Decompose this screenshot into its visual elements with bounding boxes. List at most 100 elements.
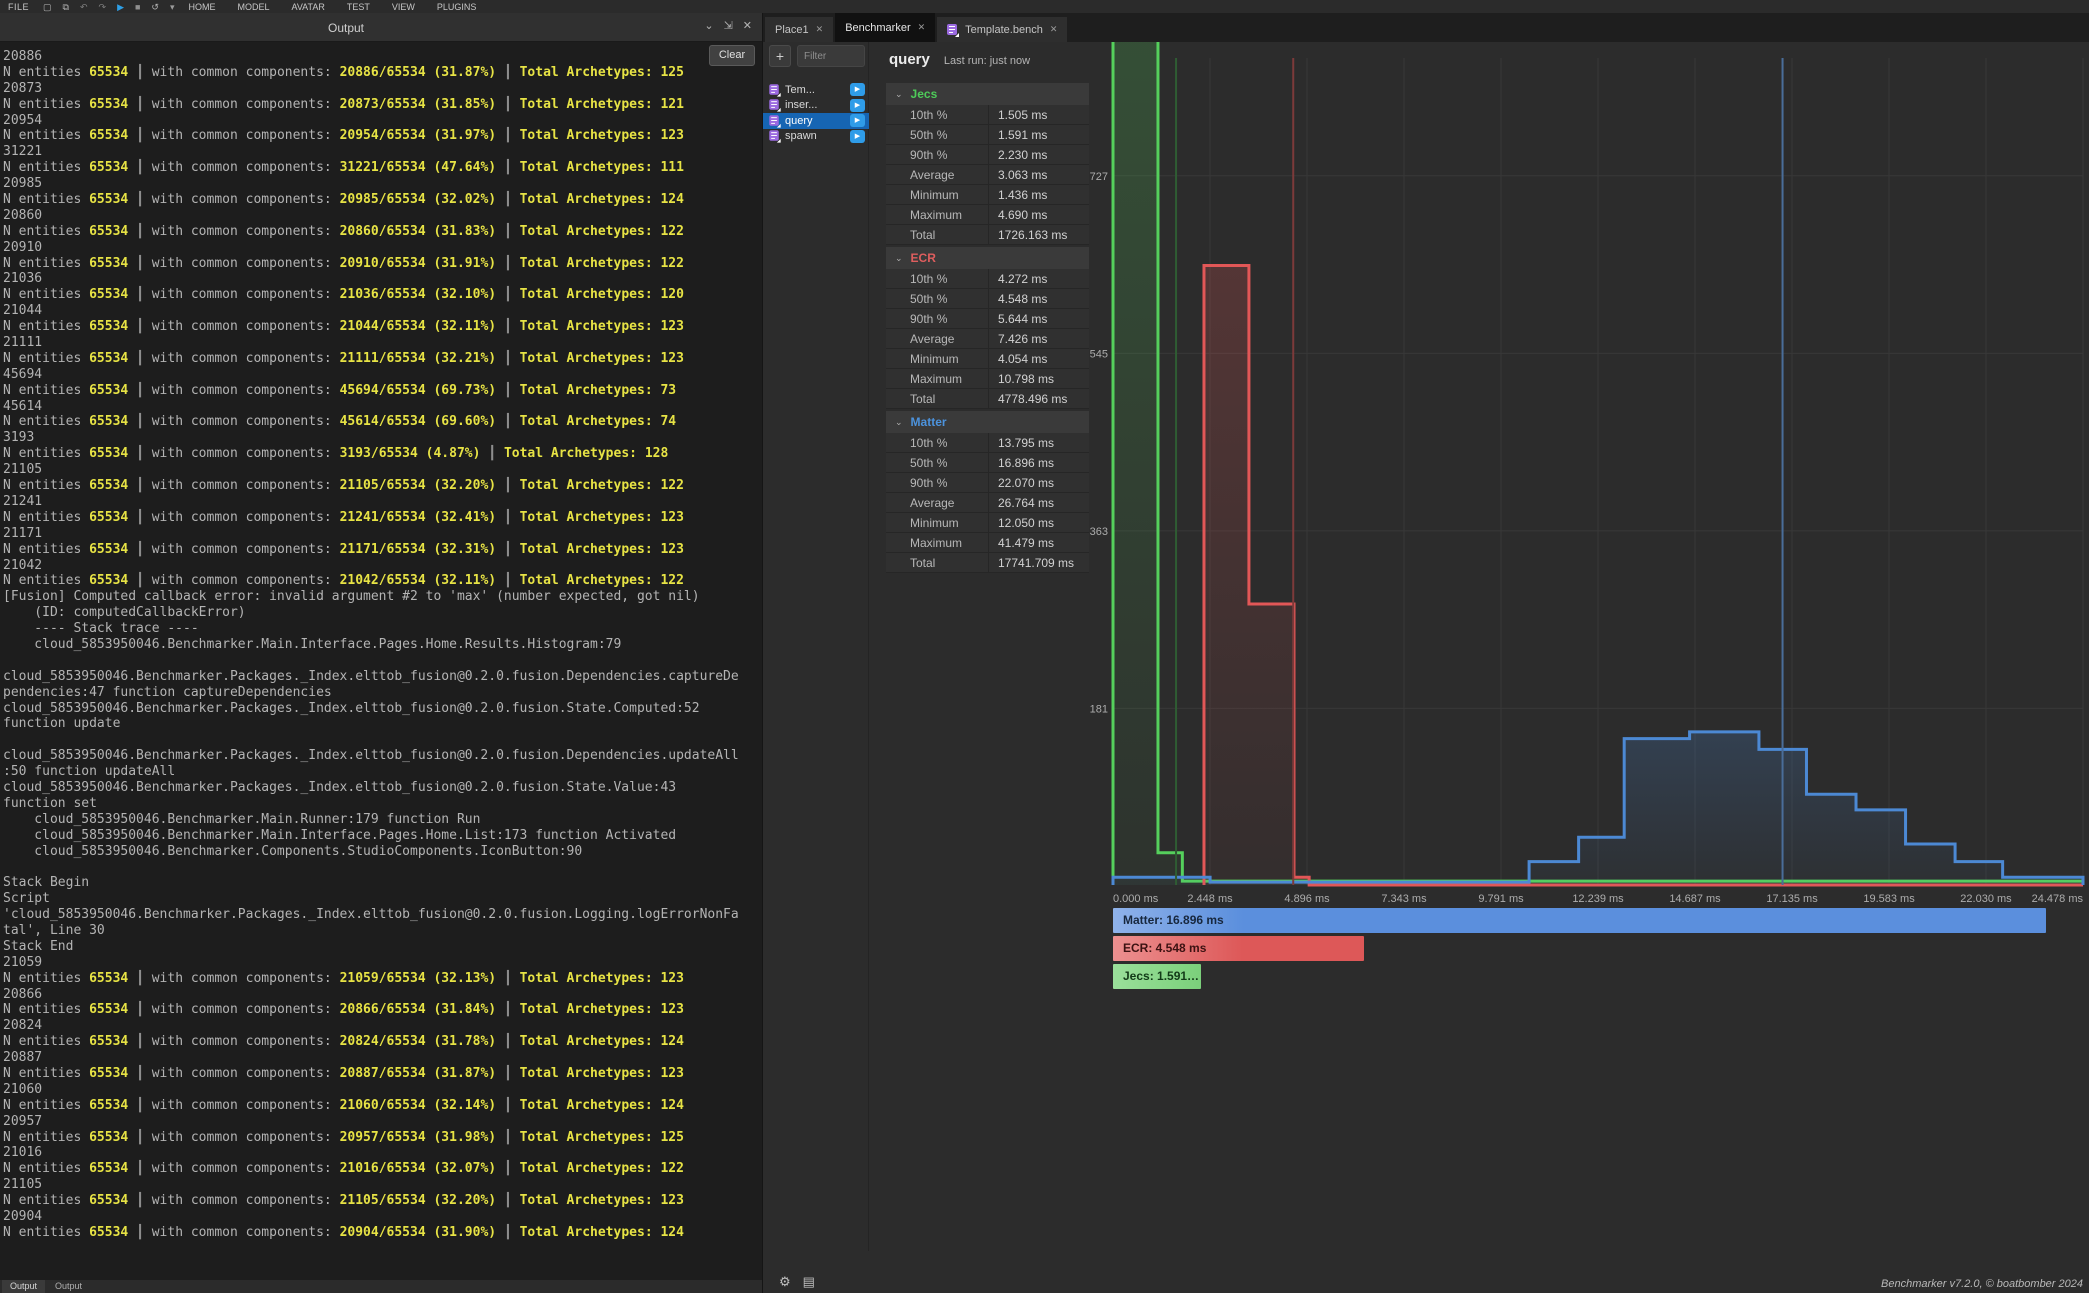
- log-line: N entities 65534 ┃ with common component…: [3, 1066, 739, 1082]
- log-line: N entities 65534 ┃ with common component…: [3, 446, 739, 462]
- output-log-wrap: 20886N entities 65534 ┃ with common comp…: [0, 42, 762, 1280]
- log-line: Stack End: [3, 939, 739, 955]
- log-line: N entities 65534 ┃ with common component…: [3, 1161, 739, 1177]
- ribbon-menu: HOME MODEL AVATAR TEST VIEW PLUGINS: [189, 2, 477, 12]
- stop-icon[interactable]: ■: [135, 2, 140, 12]
- menu-avatar[interactable]: AVATAR: [292, 2, 325, 12]
- play-icon[interactable]: ▶: [117, 2, 124, 12]
- log-line: tal', Line 30: [3, 923, 739, 939]
- output-titlebar: Output ⌄ ⇲ ✕: [0, 13, 762, 42]
- tab-close-icon[interactable]: ✕: [816, 24, 824, 35]
- x-axis-tick-label: 12.239 ms: [1572, 893, 1624, 905]
- legend-bar-ecr: ECR: 4.548 ms: [1113, 936, 1364, 961]
- script-icon: [947, 24, 958, 36]
- float-window-icon[interactable]: ⇲: [724, 19, 733, 32]
- x-axis-tick-label: 14.687 ms: [1669, 893, 1721, 905]
- x-axis-tick-label: 0.000 ms: [1113, 893, 1159, 905]
- log-line: 21044: [3, 303, 739, 319]
- tab-place1[interactable]: Place1 ✕: [765, 17, 833, 42]
- log-line: :50 function updateAll: [3, 764, 739, 780]
- menu-bar: FILE ▢ ⧉ ↶ ↷ ▶ ■ ↺ ▾ HOME MODEL AVATAR TEST VIEW PLU…: [0, 0, 2089, 13]
- output-title: Output: [0, 21, 692, 35]
- log-line: cloud_5853950046.Benchmarker.Packages._I…: [3, 748, 739, 764]
- log-line: 20866: [3, 987, 739, 1003]
- log-line: N entities 65534 ┃ with common component…: [3, 1098, 739, 1114]
- log-line: 45614: [3, 399, 739, 415]
- menu-model[interactable]: MODEL: [238, 2, 270, 12]
- x-axis-tick-label: 9.791 ms: [1478, 893, 1524, 905]
- log-line: N entities 65534 ┃ with common component…: [3, 65, 739, 81]
- tab-close-icon[interactable]: ✕: [1050, 24, 1058, 35]
- output-bottom-tab[interactable]: Output: [2, 1280, 45, 1293]
- log-line: N entities 65534 ┃ with common component…: [3, 414, 739, 430]
- tab-template-bench[interactable]: Template.bench ✕: [937, 17, 1067, 42]
- log-line: 20910: [3, 240, 739, 256]
- tab-close-icon[interactable]: ✕: [918, 22, 926, 33]
- log-line: N entities 65534 ┃ with common component…: [3, 971, 739, 987]
- log-line: N entities 65534 ┃ with common component…: [3, 192, 739, 208]
- log-line: cloud_5853950046.Benchmarker.Packages._I…: [3, 701, 739, 717]
- log-line: N entities 65534 ┃ with common component…: [3, 1225, 739, 1241]
- log-line: N entities 65534 ┃ with common component…: [3, 1002, 739, 1018]
- file-menu[interactable]: FILE: [8, 2, 29, 12]
- quick-toolbar: ▢ ⧉ ↶ ↷ ▶ ■ ↺ ▾: [43, 2, 174, 12]
- log-line: 21105: [3, 462, 739, 478]
- x-axis-tick-label: 7.343 ms: [1381, 893, 1427, 905]
- log-line: N entities 65534 ┃ with common component…: [3, 542, 739, 558]
- clear-button[interactable]: Clear: [709, 45, 755, 66]
- tab-label: Place1: [775, 24, 809, 36]
- dropdown-icon[interactable]: ▾: [170, 2, 175, 12]
- close-icon[interactable]: ✕: [743, 19, 752, 32]
- log-line: 20887: [3, 1050, 739, 1066]
- reset-icon[interactable]: ↺: [151, 2, 159, 12]
- log-line: N entities 65534 ┃ with common component…: [3, 1034, 739, 1050]
- output-log: 20886N entities 65534 ┃ with common comp…: [3, 49, 739, 1241]
- log-line: N entities 65534 ┃ with common component…: [3, 1193, 739, 1209]
- log-line: 21016: [3, 1145, 739, 1161]
- log-line: 20904: [3, 1209, 739, 1225]
- menu-test[interactable]: TEST: [347, 2, 370, 12]
- log-line: N entities 65534 ┃ with common component…: [3, 287, 739, 303]
- log-line: 21060: [3, 1082, 739, 1098]
- log-line: Script: [3, 891, 739, 907]
- log-line: N entities 65534 ┃ with common component…: [3, 478, 739, 494]
- menu-home[interactable]: HOME: [189, 2, 216, 12]
- menu-view[interactable]: VIEW: [392, 2, 415, 12]
- log-line: cloud_5853950046.Benchmarker.Main.Runner…: [3, 812, 739, 828]
- output-bottom-tab[interactable]: Output: [47, 1280, 90, 1293]
- credit-label: Benchmarker v7.2.0, © boatbomber 2024: [1881, 1278, 2083, 1290]
- x-axis-tick-label: 24.478 ms: [2032, 893, 2084, 905]
- log-line: N entities 65534 ┃ with common component…: [3, 510, 739, 526]
- log-line: cloud_5853950046.Benchmarker.Main.Interf…: [3, 828, 739, 844]
- log-line: function update: [3, 716, 739, 732]
- output-bottom-tabbar: OutputOutput: [0, 1280, 762, 1293]
- log-line: 21171: [3, 526, 739, 542]
- new-file-icon[interactable]: ▢: [43, 2, 52, 12]
- studio-window: { "menubar": { "file_label": "FILE", "ic…: [0, 0, 2089, 1293]
- y-axis-tick-label: 727: [1090, 171, 1108, 183]
- y-axis-tick-label: 363: [1090, 526, 1108, 538]
- log-line: 3193: [3, 430, 739, 446]
- output-toggle-icon[interactable]: ▤: [803, 1274, 815, 1290]
- open-file-icon[interactable]: ⧉: [63, 2, 69, 12]
- log-line: N entities 65534 ┃ with common component…: [3, 351, 739, 367]
- output-titlebar-icons: ⌄ ⇲ ✕: [704, 19, 752, 32]
- undo-icon[interactable]: ↶: [80, 2, 88, 12]
- log-line: 20957: [3, 1114, 739, 1130]
- log-line: N entities 65534 ┃ with common component…: [3, 128, 739, 144]
- log-line: 20860: [3, 208, 739, 224]
- log-line: N entities 65534 ┃ with common component…: [3, 224, 739, 240]
- collapse-icon[interactable]: ⌄: [704, 19, 713, 32]
- tab-benchmarker[interactable]: Benchmarker✕: [835, 13, 935, 42]
- plugin-footer-icons: ⚙▤: [779, 1274, 815, 1290]
- settings-gear-icon[interactable]: ⚙: [779, 1274, 791, 1290]
- x-axis-tick-label: 2.448 ms: [1187, 893, 1233, 905]
- log-line: N entities 65534 ┃ with common component…: [3, 1130, 739, 1146]
- redo-icon[interactable]: ↷: [99, 2, 107, 12]
- log-line: cloud_5853950046.Benchmarker.Main.Interf…: [3, 637, 739, 653]
- log-line: N entities 65534 ┃ with common component…: [3, 97, 739, 113]
- tab-label: Template.bench: [965, 24, 1043, 36]
- histogram-chart: 1813635457279090.000 ms2.448 ms4.896 ms7…: [763, 42, 2089, 1293]
- menu-plugins[interactable]: PLUGINS: [437, 2, 477, 12]
- log-line: cloud_5853950046.Benchmarker.Components.…: [3, 844, 739, 860]
